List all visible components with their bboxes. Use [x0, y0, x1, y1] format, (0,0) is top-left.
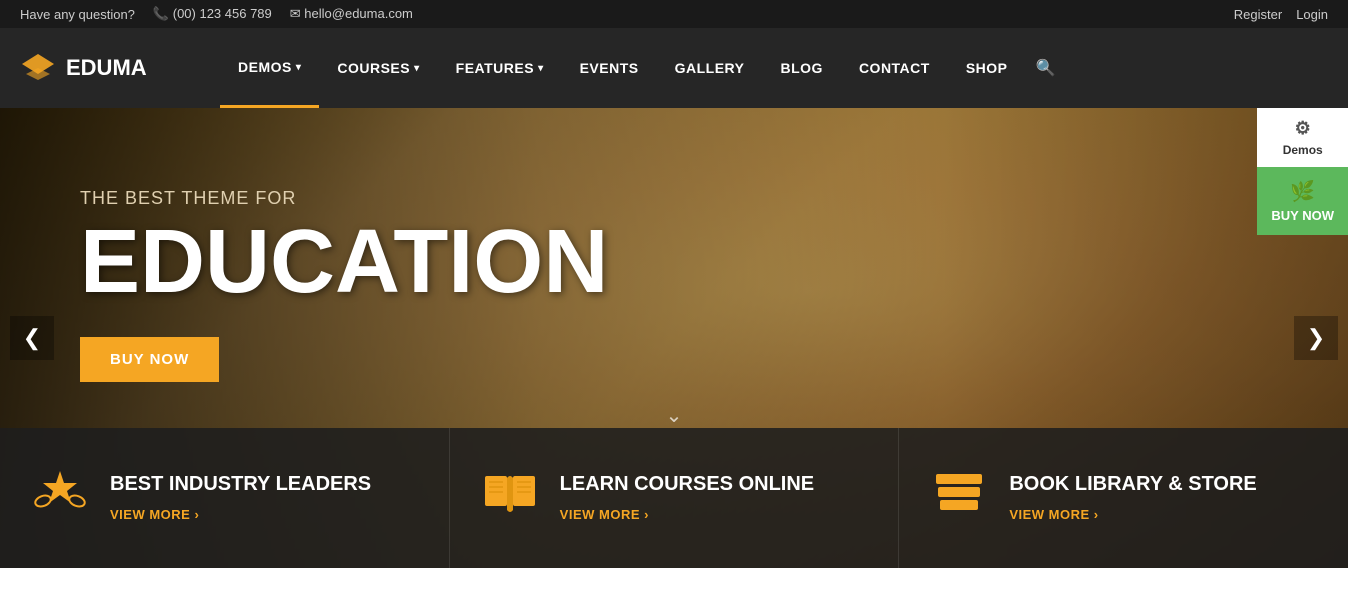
feature-title-library: BOOK LIBRARY & STORE: [1009, 472, 1318, 496]
nav-item-features[interactable]: FEATURES ▾: [438, 28, 562, 108]
features-bar: BEST INDUSTRY LEADERS VIEW MORE ›: [0, 428, 1348, 568]
slider-prev-button[interactable]: ❮: [10, 316, 54, 360]
demos-label: Demos: [1283, 143, 1323, 157]
feature-title-leaders: BEST INDUSTRY LEADERS: [110, 472, 419, 496]
nav-item-gallery[interactable]: GALLERY: [657, 28, 763, 108]
search-icon[interactable]: 🔍: [1026, 58, 1066, 78]
feature-text-courses: LEARN COURSES ONLINE VIEW MORE ›: [560, 472, 869, 524]
chevron-down-icon: ▾: [414, 63, 420, 74]
feature-box-courses: LEARN COURSES ONLINE VIEW MORE ›: [450, 428, 900, 568]
feature-link-library[interactable]: VIEW MORE ›: [1009, 507, 1098, 522]
logo[interactable]: EDUMA: [20, 50, 180, 86]
top-bar-right: Register Login: [1234, 7, 1328, 22]
star-laurel-icon: [31, 463, 89, 521]
main-nav: DEMOS ▾ COURSES ▾ FEATURES ▾ EVENTS GALL…: [220, 28, 1328, 108]
hero-section: THE BEST THEME FOR EDUCATION BUY NOW ❮ ❯…: [0, 108, 1348, 568]
right-panels: ⚙ Demos 🌿 Buy Now: [1257, 108, 1348, 235]
header: EDUMA DEMOS ▾ COURSES ▾ FEATURES ▾ EVENT…: [0, 28, 1348, 108]
leaders-icon: [30, 463, 90, 533]
phone-icon: 📞: [153, 6, 169, 21]
feature-box-leaders: BEST INDUSTRY LEADERS VIEW MORE ›: [0, 428, 450, 568]
buy-now-button[interactable]: BUY NOW: [80, 337, 219, 382]
login-link[interactable]: Login: [1296, 7, 1328, 22]
chevron-down-icon: ▾: [538, 63, 544, 74]
nav-item-courses[interactable]: COURSES ▾: [319, 28, 437, 108]
feature-title-courses: LEARN COURSES ONLINE: [560, 472, 869, 496]
nav-item-shop[interactable]: SHOP: [948, 28, 1026, 108]
nav-item-blog[interactable]: BLOG: [762, 28, 840, 108]
feature-link-leaders[interactable]: VIEW MORE ›: [110, 507, 199, 522]
scroll-down-indicator[interactable]: ⌄: [666, 403, 683, 428]
feature-box-library: BOOK LIBRARY & STORE VIEW MORE ›: [899, 428, 1348, 568]
logo-text: EDUMA: [66, 55, 147, 81]
feature-text-leaders: BEST INDUSTRY LEADERS VIEW MORE ›: [110, 472, 419, 524]
nav-item-contact[interactable]: CONTACT: [841, 28, 948, 108]
courses-icon: [480, 466, 540, 530]
hero-content: THE BEST THEME FOR EDUCATION BUY NOW: [80, 188, 608, 382]
feature-text-library: BOOK LIBRARY & STORE VIEW MORE ›: [1009, 472, 1318, 524]
open-book-icon: [481, 466, 539, 518]
email-icon: ✉: [290, 6, 301, 21]
buy-now-label: Buy Now: [1271, 208, 1334, 223]
books-stack-icon: [930, 466, 988, 518]
leaf-icon: 🌿: [1290, 179, 1315, 204]
phone-number: 📞 (00) 123 456 789: [153, 6, 272, 22]
nav-item-demos[interactable]: DEMOS ▾: [220, 28, 319, 108]
top-bar-left: Have any question? 📞 (00) 123 456 789 ✉ …: [20, 6, 413, 22]
buy-now-panel[interactable]: 🌿 Buy Now: [1257, 167, 1348, 235]
register-link[interactable]: Register: [1234, 7, 1282, 22]
feature-link-courses[interactable]: VIEW MORE ›: [560, 507, 649, 522]
gear-icon: ⚙: [1295, 118, 1311, 139]
hero-title: EDUCATION: [80, 217, 608, 307]
hero-subtitle: THE BEST THEME FOR: [80, 188, 608, 209]
slider-next-button[interactable]: ❯: [1294, 316, 1338, 360]
library-icon: [929, 466, 989, 530]
demos-panel[interactable]: ⚙ Demos: [1257, 108, 1348, 167]
top-bar: Have any question? 📞 (00) 123 456 789 ✉ …: [0, 0, 1348, 28]
nav-item-events[interactable]: EVENTS: [562, 28, 657, 108]
logo-icon: [20, 50, 56, 86]
chevron-down-icon: ▾: [296, 62, 302, 73]
email-address: ✉ hello@eduma.com: [290, 6, 413, 22]
question-text: Have any question?: [20, 7, 135, 22]
